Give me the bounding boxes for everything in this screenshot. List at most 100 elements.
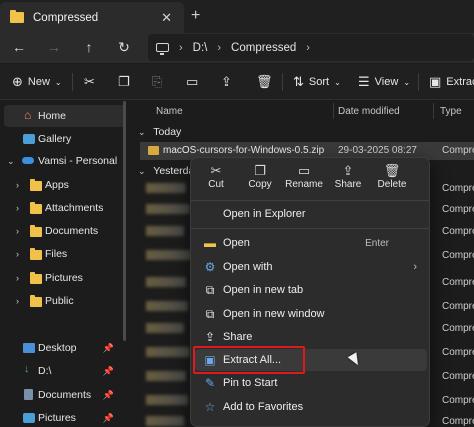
- column-divider[interactable]: [433, 103, 434, 119]
- copy-button[interactable]: ❐: [118, 74, 135, 90]
- chevron-right-icon[interactable]: ›: [16, 249, 19, 259]
- sidebar-item-apps[interactable]: › Apps: [0, 174, 122, 196]
- address-bar[interactable]: › D:\ › Compressed ›: [148, 34, 474, 61]
- type-cell: Compre: [442, 277, 474, 288]
- chevron-right-icon[interactable]: ›: [16, 296, 19, 306]
- action-label: Share: [334, 179, 362, 190]
- extract-icon: ▣: [429, 74, 442, 89]
- column-header-type[interactable]: Type: [440, 101, 462, 121]
- paste-button[interactable]: ⎘: [152, 74, 167, 90]
- sidebar-scrollbar[interactable]: [123, 101, 126, 341]
- menu-item-open-in-new-window[interactable]: ⧉ Open in new window: [191, 303, 429, 325]
- type-cell: Compre: [442, 416, 474, 427]
- rename-action[interactable]: ▭ Rename: [282, 162, 326, 198]
- cut-action[interactable]: ✂ Cut: [194, 162, 238, 198]
- trash-icon: 🗑: [256, 74, 273, 89]
- sidebar-item-onedrive[interactable]: ⌄ Vamsi - Personal: [0, 150, 122, 172]
- breadcrumb-separator[interactable]: ›: [306, 42, 310, 54]
- sidebar-item-label: Pictures: [45, 272, 83, 284]
- menu-divider: [191, 228, 429, 229]
- delete-action[interactable]: 🗑 Delete: [370, 162, 414, 198]
- plus-circle-icon: ⊕: [12, 74, 23, 89]
- share-button[interactable]: ⇪: [221, 74, 237, 90]
- forward-button[interactable]: →: [45, 39, 63, 55]
- divider: [72, 73, 73, 91]
- extract-button[interactable]: ▣ Extract: [429, 74, 474, 90]
- column-header-date[interactable]: Date modified: [338, 101, 400, 121]
- menu-divider: [191, 200, 429, 201]
- blurred-file: [146, 323, 184, 333]
- pin-icon: 📌: [102, 365, 114, 376]
- group-today[interactable]: ⌄ Today: [138, 126, 181, 138]
- chevron-down-icon: ⌄: [138, 127, 146, 137]
- file-name-text: macOS-cursors-for-Windows-0.5.zip: [163, 145, 325, 156]
- chevron-right-icon[interactable]: ›: [16, 180, 19, 190]
- menu-item-open-with[interactable]: ⚙ Open with ›: [191, 256, 429, 278]
- blurred-file: [146, 183, 186, 193]
- breadcrumb-separator[interactable]: ›: [179, 42, 183, 54]
- type-cell: Compre: [442, 226, 474, 237]
- column-divider[interactable]: [333, 103, 334, 119]
- sidebar-item-documents[interactable]: › Documents: [0, 220, 122, 242]
- chevron-right-icon[interactable]: ›: [16, 226, 19, 236]
- file-name[interactable]: macOS-cursors-for-Windows-0.5.zip: [148, 145, 324, 156]
- up-button[interactable]: ↑: [80, 39, 98, 55]
- sort-icon: ⇅: [293, 74, 304, 89]
- sidebar-item-pictures[interactable]: › Pictures: [0, 267, 122, 289]
- breadcrumb-d-drive[interactable]: D:\: [193, 42, 208, 54]
- chevron-right-icon[interactable]: ›: [16, 203, 19, 213]
- sidebar-item-d-drive[interactable]: ↓ D:\ 📌: [0, 360, 122, 382]
- delete-button[interactable]: 🗑: [256, 74, 278, 90]
- menu-item-pin-to-start[interactable]: ✎ Pin to Start: [191, 372, 429, 394]
- date-cell: 29-03-2025 08:27: [338, 145, 417, 156]
- pin-icon: 📌: [102, 412, 114, 423]
- sidebar-item-files[interactable]: › Files: [0, 243, 122, 265]
- column-header-name[interactable]: Name: [156, 101, 183, 121]
- rename-button[interactable]: ▭: [186, 74, 203, 90]
- sort-button[interactable]: ⇅ Sort ⌄: [293, 74, 341, 90]
- type-cell: Compre: [442, 204, 474, 215]
- refresh-button[interactable]: ↻: [115, 39, 133, 56]
- menu-item-open-in-explorer[interactable]: Open in Explorer: [191, 203, 429, 225]
- copy-action[interactable]: ❐ Copy: [238, 162, 282, 198]
- tab-compressed[interactable]: Compressed ✕: [0, 2, 184, 33]
- rename-icon: ▭: [297, 163, 311, 178]
- folder-icon: [30, 225, 42, 237]
- menu-item-add-to-favorites[interactable]: ☆ Add to Favorites: [191, 396, 429, 418]
- new-button[interactable]: ⊕ New ⌄: [12, 74, 62, 90]
- cut-button[interactable]: ✂: [84, 74, 100, 90]
- close-tab-icon[interactable]: ✕: [161, 10, 172, 26]
- type-cell: Compre: [442, 347, 474, 358]
- sidebar-item-pictures-pinned[interactable]: Pictures 📌: [0, 407, 122, 427]
- view-label: View: [374, 76, 399, 88]
- sidebar-item-documents-pinned[interactable]: Documents 📌: [0, 384, 122, 406]
- paste-icon: ⎘: [152, 74, 163, 89]
- view-button[interactable]: ☰ View ⌄: [358, 74, 410, 90]
- action-label: Copy: [248, 179, 272, 190]
- chevron-right-icon[interactable]: ›: [16, 273, 19, 283]
- menu-item-share[interactable]: ⇪ Share: [191, 326, 429, 348]
- sidebar-item-attachments[interactable]: › Attachments: [0, 197, 122, 219]
- back-button[interactable]: ←: [10, 39, 28, 55]
- scissors-icon: ✂: [84, 74, 95, 89]
- folder-icon: [30, 295, 42, 307]
- sidebar-item-home[interactable]: ⌂ Home: [4, 105, 126, 127]
- home-icon: ⌂: [24, 108, 32, 122]
- menu-item-open-in-new-tab[interactable]: ⧉ Open in new tab: [191, 279, 429, 301]
- breadcrumb-compressed[interactable]: Compressed: [231, 42, 296, 54]
- sidebar-item-desktop[interactable]: Desktop 📌: [0, 337, 122, 359]
- cloud-icon: [22, 157, 34, 164]
- navigation-pane: ⌂ Home Gallery ⌄ Vamsi - Personal › Apps…: [0, 101, 128, 427]
- sidebar-item-public[interactable]: › Public: [0, 290, 122, 312]
- open-icon: ▬: [204, 236, 216, 250]
- sidebar-item-label: Public: [45, 295, 74, 307]
- breadcrumb-separator[interactable]: ›: [217, 42, 221, 54]
- this-pc-icon[interactable]: [156, 43, 169, 55]
- chevron-down-icon[interactable]: ⌄: [7, 156, 15, 167]
- new-tab-button[interactable]: +: [191, 7, 200, 25]
- sidebar-item-gallery[interactable]: Gallery: [0, 128, 122, 150]
- share-action[interactable]: ⇪ Share: [326, 162, 370, 198]
- new-window-icon: ⧉: [205, 306, 215, 321]
- menu-item-open[interactable]: ▬ Open Enter: [191, 232, 429, 254]
- pictures-icon: [23, 413, 35, 423]
